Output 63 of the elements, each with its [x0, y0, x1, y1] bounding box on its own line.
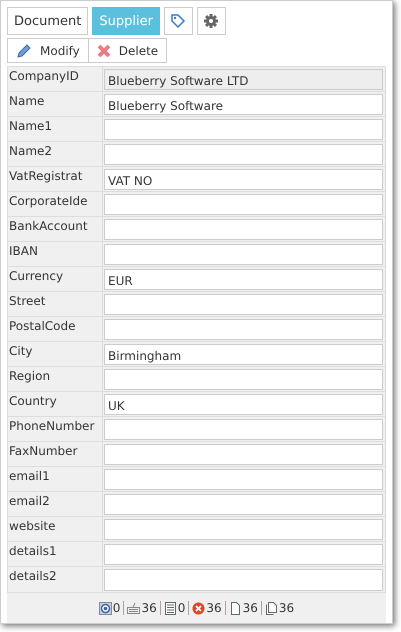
field-label: website: [8, 517, 103, 541]
input-field[interactable]: [104, 194, 383, 215]
field-label: CompanyID: [8, 67, 103, 91]
input-field[interactable]: [104, 319, 383, 340]
field-label: email2: [8, 492, 103, 516]
pencil-icon: [16, 42, 32, 58]
list-icon: [164, 602, 177, 614]
field-label: CorporateIde: [8, 192, 103, 216]
page-icon: [228, 602, 242, 614]
field-label: Region: [8, 367, 103, 391]
field-label: Currency: [8, 267, 103, 291]
settings-button[interactable]: [196, 7, 226, 35]
tab[interactable]: Document: [7, 7, 88, 35]
input-field[interactable]: Blueberry Software: [104, 94, 383, 115]
field-label: email1: [8, 467, 103, 491]
status-count: 36: [278, 601, 294, 615]
status-count: 0: [112, 601, 120, 615]
input-field[interactable]: [104, 369, 383, 390]
input-field[interactable]: [104, 444, 383, 465]
field-label: VatRegistrat: [8, 167, 103, 191]
tag-button[interactable]: [164, 7, 193, 35]
input-field[interactable]: VAT NO: [104, 169, 383, 190]
field-label: City: [8, 342, 103, 366]
input-field[interactable]: EUR: [104, 269, 383, 290]
close-icon: [96, 44, 111, 58]
error-icon: [192, 602, 206, 614]
field-label: Name1: [8, 117, 103, 141]
tag-icon: [170, 13, 186, 29]
input-field[interactable]: [104, 419, 383, 440]
input-field[interactable]: [104, 219, 383, 240]
field-label: BankAccount: [8, 217, 103, 241]
input-field[interactable]: [104, 294, 383, 315]
modify-button[interactable]: Modify: [7, 38, 89, 63]
status-count: 36: [242, 601, 258, 615]
input-field[interactable]: [104, 144, 383, 165]
input-field[interactable]: [104, 494, 383, 515]
target-icon: [98, 602, 112, 614]
keyboard-icon: [127, 602, 140, 614]
input-field[interactable]: Birmingham: [104, 344, 383, 365]
field-label: PhoneNumber: [8, 417, 103, 441]
pages-icon: [264, 602, 278, 614]
field-label: Name: [8, 92, 103, 116]
input-field[interactable]: [104, 469, 383, 490]
field-label: IBAN: [8, 242, 103, 266]
input-field[interactable]: [104, 544, 383, 565]
status-count: 36: [206, 601, 222, 615]
settings-icon: [203, 13, 220, 29]
input-field[interactable]: UK: [104, 394, 383, 415]
field-label: details1: [8, 542, 103, 566]
delete-button[interactable]: Delete: [88, 38, 168, 63]
field-label: details2: [8, 567, 103, 592]
input-field[interactable]: [104, 519, 383, 540]
field-label: PostalCode: [8, 317, 103, 341]
field-label: Name2: [8, 142, 103, 166]
field-label: FaxNumber: [8, 442, 103, 466]
input-field[interactable]: [104, 569, 383, 591]
input-field[interactable]: Blueberry Software LTD: [104, 69, 383, 90]
status-count: 36: [141, 601, 157, 615]
field-label: Street: [8, 292, 103, 316]
field-label: Country: [8, 392, 103, 416]
input-field[interactable]: [104, 244, 383, 265]
input-field[interactable]: [104, 119, 383, 140]
status-count: 0: [178, 601, 186, 615]
